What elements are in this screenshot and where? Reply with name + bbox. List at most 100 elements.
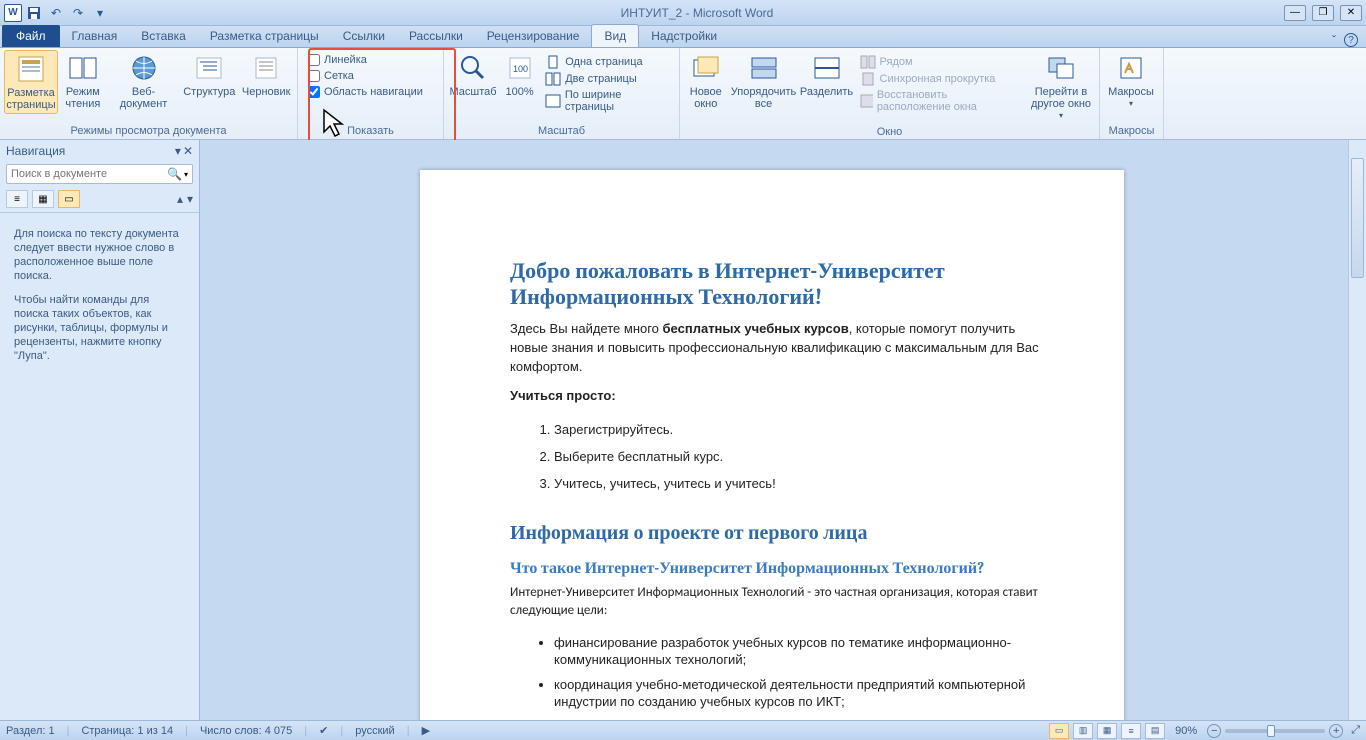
navigation-pane-checkbox[interactable]: Область навигации (308, 86, 423, 98)
tab-addins[interactable]: Надстройки (639, 25, 729, 47)
undo-button[interactable]: ↶ (46, 3, 66, 23)
doc-paragraph: Интернет-Университет Информационных Техн… (510, 584, 1054, 620)
search-dropdown-icon[interactable]: ▾ (184, 170, 188, 179)
tab-page-layout[interactable]: Разметка страницы (198, 25, 331, 47)
help-icon[interactable]: ? (1344, 33, 1358, 47)
search-icon[interactable]: 🔍 (167, 167, 182, 181)
word-app-icon[interactable]: W (4, 4, 22, 22)
zoom-out-button[interactable]: − (1207, 724, 1221, 738)
list-item: обеспечение профессорско-преподавательск… (554, 714, 1054, 720)
doc-numbered-list: Зарегистрируйтесь. Выберите бесплатный к… (554, 416, 1054, 497)
nav-close-icon[interactable]: ✕ (183, 144, 193, 158)
zoom-group-label: Масштаб (448, 123, 675, 139)
page-width-button[interactable]: По ширине страницы (541, 88, 675, 114)
document-page[interactable]: Добро пожаловать в Интернет-Университет … (420, 170, 1124, 720)
tab-home[interactable]: Главная (60, 25, 130, 47)
zoom-level[interactable]: 90% (1175, 725, 1197, 737)
ribbon-tabs: Файл Главная Вставка Разметка страницы С… (0, 26, 1366, 48)
zoom-in-button[interactable]: + (1329, 724, 1343, 738)
window-group-label: Окно (684, 124, 1095, 140)
draft-icon (250, 52, 282, 84)
view-reading-button[interactable]: ▥ (1073, 723, 1093, 739)
redo-button[interactable]: ↷ (68, 3, 88, 23)
show-group-label: Показать (302, 123, 439, 139)
search-input[interactable] (11, 168, 167, 180)
nav-help-text: Для поиска по тексту документа следует в… (0, 213, 199, 387)
view-draft-button[interactable]: ▤ (1145, 723, 1165, 739)
nav-search-box[interactable]: 🔍 ▾ (6, 164, 193, 184)
print-layout-button[interactable]: Разметка страницы (4, 50, 58, 114)
doc-paragraph: Учиться просто: (510, 387, 1054, 406)
split-button[interactable]: Разделить (800, 50, 854, 100)
switch-window-button[interactable]: Перейти в другое окно ▾ (1027, 50, 1095, 124)
zoom-slider[interactable] (1225, 729, 1325, 733)
tab-view[interactable]: Вид (591, 24, 639, 47)
print-layout-icon (15, 53, 47, 85)
scrollbar-thumb[interactable] (1351, 158, 1364, 278)
close-button[interactable]: ✕ (1340, 5, 1362, 21)
title-bar: W ↶ ↷ ▾ ИНТУИТ_2 - Microsoft Word — ❐ ✕ (0, 0, 1366, 26)
list-item: Учитесь, учитесь, учитесь и учитесь! (554, 470, 1054, 497)
web-layout-button[interactable]: Веб-документ (108, 50, 180, 112)
svg-text:100: 100 (513, 64, 528, 74)
nav-prev-icon[interactable]: ▴ (177, 192, 183, 206)
vertical-scrollbar[interactable] (1348, 140, 1366, 720)
navigation-title: Навигация (6, 144, 65, 158)
doc-heading-3: Что такое Интернет-Университет Информаци… (510, 559, 1054, 578)
macros-icon (1115, 52, 1147, 84)
ruler-checkbox[interactable]: Линейка (308, 54, 423, 66)
view-print-layout-button[interactable]: ▭ (1049, 723, 1069, 739)
tab-mailings[interactable]: Рассылки (397, 25, 475, 47)
side-by-side-button: Рядом (856, 54, 1025, 70)
status-language[interactable]: русский (355, 725, 394, 737)
list-item: Выберите бесплатный курс. (554, 443, 1054, 470)
nav-tab-results[interactable]: ▭ (58, 190, 80, 208)
nav-next-icon[interactable]: ▾ (187, 192, 193, 206)
view-outline-button[interactable]: ≡ (1121, 723, 1141, 739)
list-item: координация учебно-методической деятельн… (554, 672, 1054, 714)
reading-icon (67, 52, 99, 84)
document-area[interactable]: Добро пожаловать в Интернет-Университет … (200, 140, 1366, 720)
split-icon (811, 52, 843, 84)
save-button[interactable] (24, 3, 44, 23)
zoom-100-button[interactable]: 100 100% (500, 50, 539, 100)
nav-tab-pages[interactable]: ▦ (32, 190, 54, 208)
views-group-label: Режимы просмотра документа (4, 123, 293, 139)
gridlines-checkbox[interactable]: Сетка (308, 70, 423, 82)
nav-dropdown-icon[interactable]: ▾ (175, 144, 181, 158)
outline-icon (193, 52, 225, 84)
qat-customize-icon[interactable]: ▾ (90, 3, 110, 23)
view-web-button[interactable]: ▦ (1097, 723, 1117, 739)
zoom-fit-button[interactable]: ⤢ (1351, 724, 1360, 737)
status-macro-icon[interactable]: ▶ (422, 724, 430, 737)
switch-window-icon (1045, 52, 1077, 84)
status-bar: Раздел: 1| Страница: 1 из 14| Число слов… (0, 720, 1366, 740)
arrange-all-button[interactable]: Упорядочить все (730, 50, 798, 112)
file-tab[interactable]: Файл (2, 25, 60, 47)
tab-review[interactable]: Рецензирование (475, 25, 592, 47)
status-words[interactable]: Число слов: 4 075 (200, 725, 292, 737)
maximize-button[interactable]: ❐ (1312, 5, 1334, 21)
doc-heading-2: Информация о проекте от первого лица (510, 521, 1054, 545)
tab-insert[interactable]: Вставка (129, 25, 198, 47)
macros-button[interactable]: Макросы ▾ (1104, 50, 1158, 112)
zoom-button[interactable]: Масштаб (448, 50, 498, 100)
web-icon (128, 52, 160, 84)
two-pages-button[interactable]: Две страницы (541, 71, 675, 87)
one-page-button[interactable]: Одна страница (541, 54, 675, 70)
minimize-button[interactable]: — (1284, 5, 1306, 21)
status-proofing-icon[interactable]: ✔ (319, 724, 328, 737)
list-item: Зарегистрируйтесь. (554, 416, 1054, 443)
tab-references[interactable]: Ссылки (331, 25, 397, 47)
arrange-icon (748, 52, 780, 84)
macros-group-label: Макросы (1104, 123, 1159, 139)
reading-mode-button[interactable]: Режим чтения (60, 50, 106, 112)
status-section[interactable]: Раздел: 1 (6, 725, 55, 737)
zoom-slider-knob[interactable] (1267, 725, 1275, 737)
status-page[interactable]: Страница: 1 из 14 (81, 725, 173, 737)
nav-tab-headings[interactable]: ≡ (6, 190, 28, 208)
outline-button[interactable]: Структура (181, 50, 237, 100)
ribbon-minimize-icon[interactable]: ˇ (1332, 33, 1336, 47)
new-window-button[interactable]: Новое окно (684, 50, 728, 112)
draft-button[interactable]: Черновик (239, 50, 293, 100)
